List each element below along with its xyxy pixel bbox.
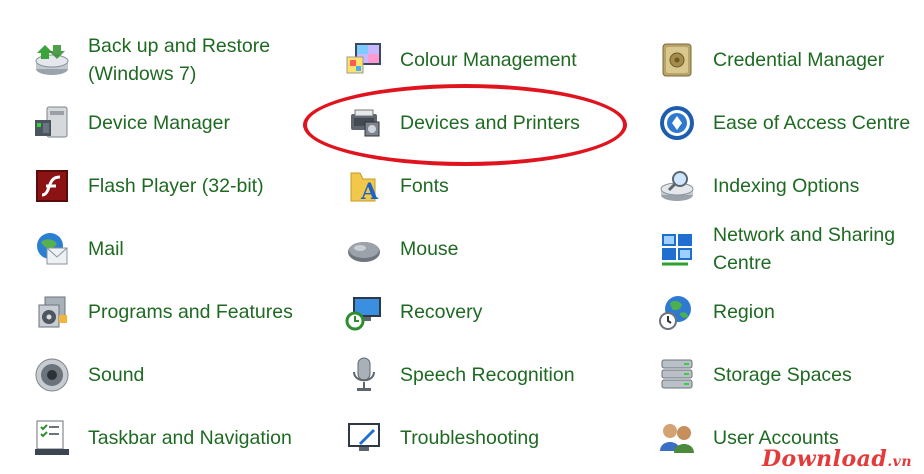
- item-indexing-options[interactable]: Indexing Options: [657, 158, 859, 214]
- control-panel-items-grid: Back up and Restore (Windows 7) Colour Ma…: [0, 0, 924, 474]
- devices-printers-icon: [344, 103, 384, 143]
- item-credential-manager[interactable]: Credential Manager: [657, 32, 884, 88]
- mouse-icon: [344, 229, 384, 269]
- item-label: Recovery: [400, 301, 483, 323]
- item-label: Device Manager: [88, 112, 230, 134]
- item-programs-features[interactable]: Programs and Features: [32, 284, 293, 340]
- user-accounts-icon: [657, 418, 697, 458]
- sound-icon: [32, 355, 72, 395]
- item-label: Storage Spaces: [713, 364, 852, 386]
- item-label: Programs and Features: [88, 301, 293, 323]
- item-taskbar-navigation[interactable]: Taskbar and Navigation: [32, 410, 292, 466]
- item-label: Indexing Options: [713, 175, 860, 197]
- item-network-sharing[interactable]: Network and Sharing Centre: [657, 221, 895, 277]
- taskbar-navigation-icon: [32, 418, 72, 458]
- programs-features-icon: [32, 292, 72, 332]
- item-speech-recognition[interactable]: Speech Recognition: [344, 347, 575, 403]
- item-label: Speech Recognition: [400, 364, 575, 386]
- item-devices-and-printers[interactable]: Devices and Printers: [344, 95, 580, 151]
- item-label: Ease of Access Centre: [713, 112, 911, 134]
- item-storage-spaces[interactable]: Storage Spaces: [657, 347, 852, 403]
- item-flash-player[interactable]: Flash Player (32-bit): [32, 158, 264, 214]
- item-fonts[interactable]: A Fonts: [344, 158, 449, 214]
- item-label: Network and Sharing Centre: [713, 224, 896, 274]
- recovery-icon: [344, 292, 384, 332]
- credential-manager-icon: [657, 40, 697, 80]
- item-label: Fonts: [400, 175, 449, 197]
- speech-recognition-icon: [344, 355, 384, 395]
- storage-spaces-icon: [657, 355, 697, 395]
- item-sound[interactable]: Sound: [32, 347, 144, 403]
- svg-text:A: A: [360, 179, 379, 205]
- item-device-manager[interactable]: Device Manager: [32, 95, 230, 151]
- region-icon: [657, 292, 697, 332]
- item-label: Flash Player (32-bit): [88, 175, 264, 197]
- indexing-options-icon: [657, 166, 697, 206]
- item-label: Back up and Restore (Windows 7): [88, 35, 271, 85]
- item-backup-restore[interactable]: Back up and Restore (Windows 7): [32, 32, 270, 88]
- troubleshooting-icon: [344, 418, 384, 458]
- item-label: Region: [713, 301, 775, 323]
- watermark-tld: .vn: [887, 454, 912, 470]
- item-colour-management[interactable]: Colour Management: [344, 32, 577, 88]
- watermark-brand: Download: [761, 446, 888, 472]
- item-recovery[interactable]: Recovery: [344, 284, 482, 340]
- mail-icon: [32, 229, 72, 269]
- item-ease-of-access[interactable]: Ease of Access Centre: [657, 95, 910, 151]
- network-sharing-icon: [657, 229, 697, 269]
- item-region[interactable]: Region: [657, 284, 775, 340]
- watermark-logo: Download.vn: [762, 446, 912, 472]
- item-label: Troubleshooting: [400, 427, 540, 449]
- item-mouse[interactable]: Mouse: [344, 221, 459, 277]
- item-troubleshooting[interactable]: Troubleshooting: [344, 410, 539, 466]
- item-label: Taskbar and Navigation: [88, 427, 292, 449]
- item-label: Colour Management: [400, 49, 577, 71]
- flash-player-icon: [32, 166, 72, 206]
- device-manager-icon: [32, 103, 72, 143]
- colour-management-icon: [344, 40, 384, 80]
- item-mail[interactable]: Mail: [32, 221, 124, 277]
- backup-restore-icon: [32, 40, 72, 80]
- item-label: Devices and Printers: [400, 112, 580, 134]
- fonts-icon: A: [344, 166, 384, 206]
- item-label: Mouse: [400, 238, 459, 260]
- item-label: Sound: [88, 364, 145, 386]
- item-label: Credential Manager: [713, 49, 885, 71]
- item-label: Mail: [88, 238, 124, 260]
- ease-of-access-icon: [657, 103, 697, 143]
